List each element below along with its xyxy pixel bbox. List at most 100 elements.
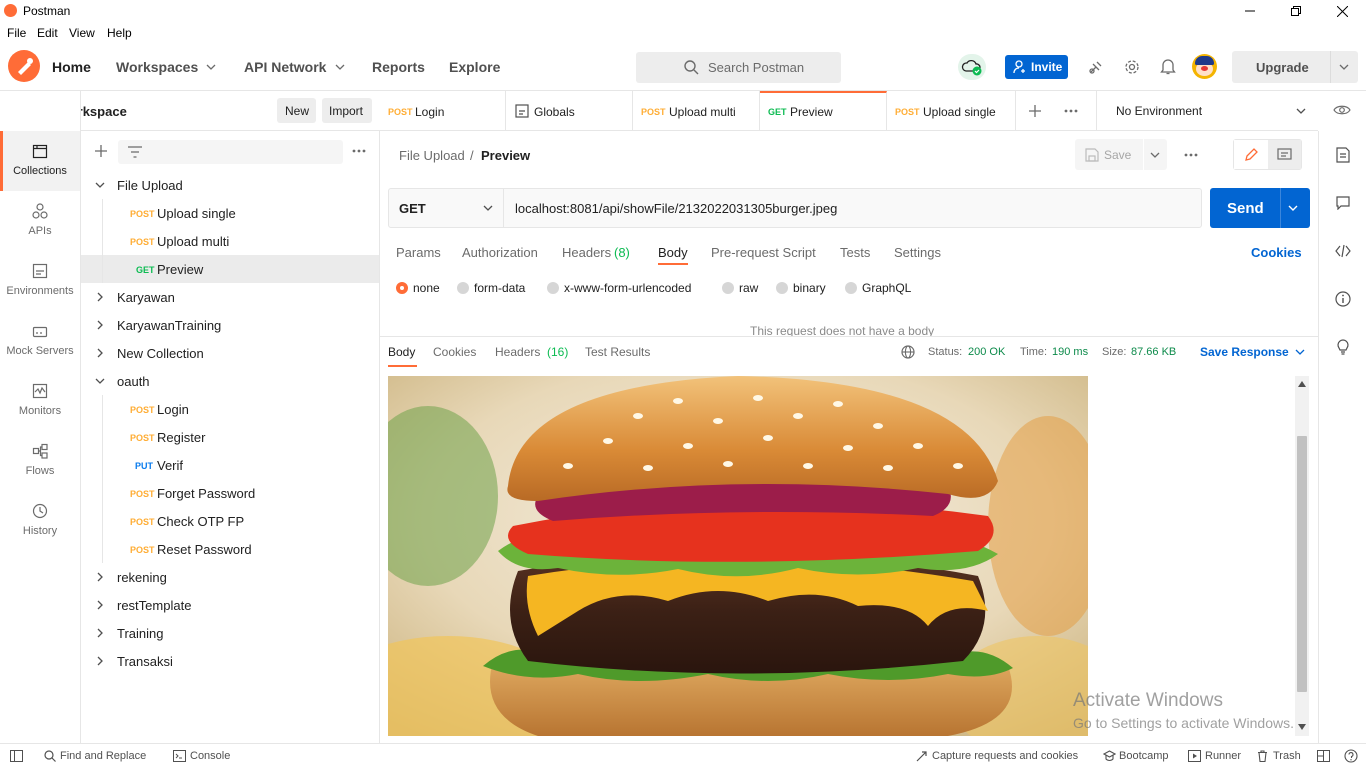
chevron-down-icon[interactable]	[95, 376, 105, 386]
search-input[interactable]: Search Postman	[636, 52, 841, 83]
request-item[interactable]: POST Upload single	[81, 199, 379, 227]
radio-raw[interactable]	[722, 282, 734, 294]
tab-upload-single[interactable]: POST Upload single	[887, 91, 1016, 131]
request-item[interactable]: POST Reset Password	[81, 535, 379, 563]
rail-item-mock-servers[interactable]: Mock Servers	[0, 311, 80, 371]
tab-authorization[interactable]: Authorization	[462, 245, 538, 260]
chevron-right-icon[interactable]	[95, 628, 105, 638]
radio-graphql[interactable]	[845, 282, 857, 294]
tab-globals[interactable]: Globals	[506, 91, 633, 131]
help-icon[interactable]	[1344, 749, 1358, 763]
documentation-icon[interactable]	[1336, 147, 1350, 163]
rail-item-monitors[interactable]: Monitors	[0, 371, 80, 431]
satellite-icon[interactable]	[1088, 59, 1104, 75]
status-value[interactable]: 200 OK	[968, 346, 1005, 358]
tab-tests[interactable]: Tests	[840, 245, 870, 260]
tab-preview[interactable]: GET Preview	[760, 91, 887, 131]
more-options-icon[interactable]	[1184, 153, 1198, 157]
tab-pre-request-script[interactable]: Pre-request Script	[711, 245, 816, 260]
rail-item-apis[interactable]: APIs	[0, 191, 80, 251]
chevron-right-icon[interactable]	[95, 292, 105, 302]
chevron-right-icon[interactable]	[95, 572, 105, 582]
new-tab-icon[interactable]	[1028, 104, 1042, 118]
chevron-right-icon[interactable]	[95, 320, 105, 330]
size-value[interactable]: 87.66 KB	[1131, 346, 1176, 358]
console-button[interactable]: Console	[190, 750, 230, 762]
sync-status-icon[interactable]	[958, 54, 986, 80]
new-button[interactable]: New	[277, 98, 316, 123]
environment-quick-look-eye-icon[interactable]	[1333, 104, 1351, 116]
restore-button[interactable]	[1273, 0, 1319, 22]
request-item[interactable]: GET Preview	[81, 255, 379, 283]
more-options-icon[interactable]	[352, 149, 366, 153]
rail-item-history[interactable]: History	[0, 491, 80, 551]
tab-params[interactable]: Params	[396, 245, 441, 260]
toggle-sidebar-icon[interactable]	[10, 750, 23, 762]
cookies-link[interactable]: Cookies	[1251, 245, 1302, 260]
more-tabs-icon[interactable]	[1064, 109, 1078, 113]
response-tab-headers[interactable]: Headers	[495, 345, 540, 359]
collection-item[interactable]: Training	[81, 619, 379, 647]
nav-home[interactable]: Home	[52, 59, 91, 75]
nav-api-network[interactable]: API Network	[244, 59, 326, 75]
runner-button[interactable]: Runner	[1205, 750, 1241, 762]
nav-workspaces[interactable]: Workspaces	[116, 59, 198, 75]
close-button[interactable]	[1319, 0, 1365, 22]
collection-item[interactable]: New Collection	[81, 339, 379, 367]
nav-explore[interactable]: Explore	[449, 59, 500, 75]
lightbulb-icon[interactable]	[1335, 338, 1351, 356]
collection-item[interactable]: restTemplate	[81, 591, 379, 619]
save-response-button[interactable]: Save Response	[1200, 345, 1289, 359]
response-tab-cookies[interactable]: Cookies	[433, 345, 476, 359]
breadcrumb-collection[interactable]: File Upload	[399, 148, 465, 163]
collection-item[interactable]: File Upload	[81, 171, 379, 199]
request-item[interactable]: POST Check OTP FP	[81, 507, 379, 535]
upgrade-button[interactable]: Upgrade	[1232, 51, 1358, 83]
request-item[interactable]: POST Upload multi	[81, 227, 379, 255]
collection-item[interactable]: KaryawanTraining	[81, 311, 379, 339]
avatar[interactable]	[1192, 54, 1217, 79]
collection-item[interactable]: Transaksi	[81, 647, 379, 675]
tab-headers[interactable]: Headers	[562, 245, 611, 260]
filter-input[interactable]	[118, 140, 343, 164]
chevron-right-icon[interactable]	[95, 656, 105, 666]
save-button[interactable]: Save	[1075, 139, 1167, 170]
find-and-replace-button[interactable]: Find and Replace	[60, 750, 146, 762]
request-item[interactable]: PUT Verif	[81, 451, 379, 479]
rail-item-collections[interactable]: Collections	[0, 131, 80, 191]
documentation-mode-button[interactable]	[1268, 140, 1301, 169]
tab-body[interactable]: Body	[658, 245, 688, 260]
method-select[interactable]: GET	[389, 189, 504, 227]
menu-help[interactable]: Help	[107, 26, 132, 40]
trash-button[interactable]: Trash	[1273, 750, 1301, 762]
radio-none[interactable]	[396, 282, 408, 294]
response-tab-test-results[interactable]: Test Results	[585, 345, 650, 359]
rail-item-flows[interactable]: Flows	[0, 431, 80, 491]
import-button[interactable]: Import	[322, 98, 372, 123]
request-name[interactable]: Preview	[481, 148, 530, 163]
request-item[interactable]: POST Register	[81, 423, 379, 451]
radio-binary[interactable]	[776, 282, 788, 294]
scrollbar-thumb[interactable]	[1297, 436, 1307, 692]
scroll-up-icon[interactable]	[1298, 381, 1306, 387]
two-pane-view-icon[interactable]	[1317, 750, 1330, 762]
chevron-down-icon[interactable]	[95, 180, 105, 190]
invite-button[interactable]: Invite	[1005, 55, 1068, 79]
send-button[interactable]: Send	[1210, 188, 1310, 228]
menu-file[interactable]: File	[7, 26, 26, 40]
radio-x-www-form-urlencoded[interactable]	[547, 282, 559, 294]
code-icon[interactable]	[1335, 244, 1351, 258]
request-item[interactable]: POST Login	[81, 395, 379, 423]
globe-icon[interactable]	[901, 345, 915, 359]
tab-settings[interactable]: Settings	[894, 245, 941, 260]
tab-login[interactable]: POST Login	[380, 91, 506, 131]
scroll-down-icon[interactable]	[1298, 724, 1306, 730]
edit-mode-button[interactable]	[1234, 140, 1268, 169]
chevron-right-icon[interactable]	[95, 348, 105, 358]
settings-gear-icon[interactable]	[1124, 59, 1140, 75]
response-tab-body[interactable]: Body	[388, 345, 415, 359]
info-icon[interactable]	[1335, 291, 1351, 307]
collection-item[interactable]: oauth	[81, 367, 379, 395]
collection-item[interactable]: rekening	[81, 563, 379, 591]
postman-logo-icon[interactable]	[8, 50, 40, 82]
